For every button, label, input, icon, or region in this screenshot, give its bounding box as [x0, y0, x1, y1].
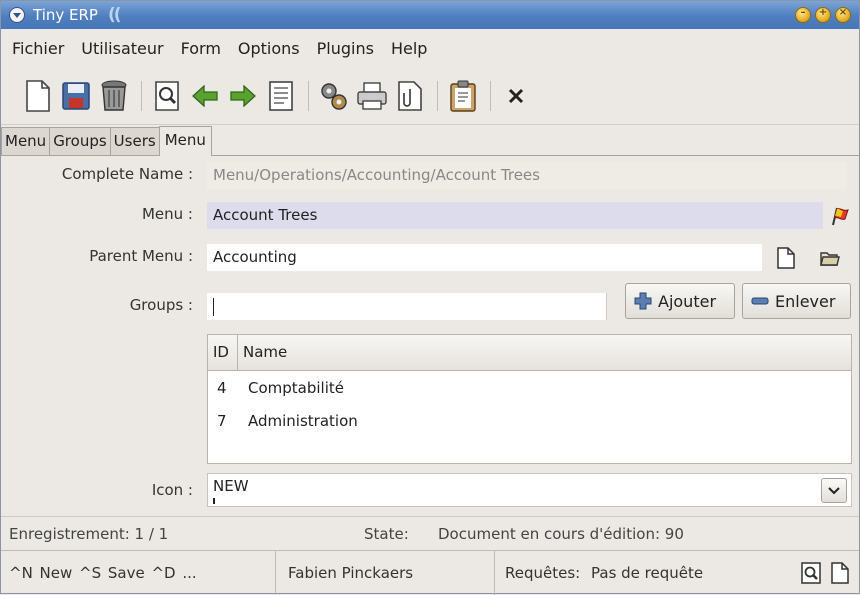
find-icon[interactable] — [150, 77, 184, 115]
switch-view-icon[interactable] — [264, 77, 298, 115]
list-item[interactable]: 7 Administration — [208, 404, 851, 437]
clipboard-icon[interactable] — [446, 77, 480, 115]
close-icon[interactable] — [499, 77, 533, 115]
bottom-bar: ^N New ^S Save ^D ... Fabien Pinckaers R… — [1, 550, 859, 595]
complete-name-field: Menu/Operations/Accounting/Account Trees — [207, 162, 847, 189]
group-id: 4 — [217, 378, 227, 397]
parent-menu-label: Parent Menu : — [89, 247, 193, 265]
window-close-icon[interactable]: × — [835, 7, 851, 23]
minus-icon — [751, 296, 769, 306]
toolbar-separator — [141, 80, 142, 111]
maximize-icon[interactable]: + — [815, 7, 831, 23]
menu-form: Complete Name : Menu/Operations/Accounti… — [1, 157, 859, 517]
tab-bar: Menu Groups Users Menu — [1, 126, 859, 156]
groups-label: Groups : — [129, 296, 193, 314]
new-document-icon[interactable] — [775, 247, 797, 269]
save-icon[interactable] — [59, 77, 93, 115]
new-icon[interactable] — [21, 77, 55, 115]
parent-menu-row: Parent Menu : Accounting — [1, 241, 859, 271]
new-request-icon[interactable] — [831, 562, 849, 588]
complete-name-label: Complete Name : — [61, 165, 193, 183]
menu-label: Menu : — [141, 205, 193, 223]
toolbar-separator — [437, 80, 438, 111]
window-title: Tiny ERP — [33, 6, 98, 24]
shortcut-hints: ^N New ^S Save ^D ... — [1, 551, 276, 595]
record-counter: Enregistrement: 1 / 1 — [9, 525, 169, 543]
menu-utilisateur[interactable]: Utilisateur — [81, 39, 163, 58]
groups-list-header: ID Name — [208, 335, 851, 371]
app-window: Tiny ERP (( – + × Fichier Utilisateur Fo… — [0, 0, 860, 595]
column-header-id[interactable]: ID — [208, 335, 238, 370]
tab-groups[interactable]: Groups — [49, 127, 111, 155]
menu-bar: Fichier Utilisateur Form Options Plugins… — [1, 29, 859, 67]
previous-icon[interactable] — [188, 77, 222, 115]
add-group-label: Ajouter — [658, 291, 717, 311]
state-value: Document en cours d'édition: 90 — [438, 525, 684, 543]
parent-menu-field[interactable]: Accounting — [207, 244, 762, 271]
title-decoration: (( — [107, 5, 121, 25]
icon-value: NEW — [213, 477, 249, 495]
action-icon[interactable] — [317, 77, 351, 115]
tab-menu-list[interactable]: Menu — [1, 127, 51, 155]
complete-name-row: Complete Name : Menu/Operations/Accounti… — [1, 159, 859, 189]
remove-group-label: Enlever — [775, 291, 836, 311]
toolbar-separator — [490, 80, 491, 111]
toolbar — [1, 67, 859, 125]
group-name: Comptabilité — [248, 378, 344, 397]
menu-name-field[interactable]: Account Trees — [207, 202, 823, 229]
icon-label: Icon : — [151, 481, 193, 499]
list-item[interactable]: 4 Comptabilité — [208, 371, 851, 404]
add-group-button[interactable]: Ajouter — [625, 283, 735, 319]
user-name: Fabien Pinckaers — [276, 551, 495, 595]
group-id: 7 — [217, 411, 227, 430]
attachment-icon[interactable] — [393, 77, 427, 115]
title-bar: Tiny ERP (( – + × — [1, 1, 859, 29]
requests-value: Pas de requête — [591, 564, 704, 582]
state-label: State: — [364, 525, 409, 543]
column-header-name[interactable]: Name — [238, 335, 287, 370]
toolbar-separator — [308, 80, 309, 111]
plus-icon — [634, 292, 652, 310]
group-name: Administration — [248, 411, 358, 430]
next-icon[interactable] — [226, 77, 260, 115]
app-menu-icon[interactable] — [9, 7, 25, 23]
icon-select[interactable]: NEW — [207, 473, 852, 507]
menu-fichier[interactable]: Fichier — [12, 39, 64, 58]
tab-menu-form[interactable]: Menu — [158, 126, 212, 156]
minimize-icon[interactable]: – — [795, 7, 811, 23]
print-icon[interactable] — [355, 77, 389, 115]
delete-icon[interactable] — [97, 77, 131, 115]
status-bar: Enregistrement: 1 / 1 State: Document en… — [1, 516, 859, 550]
tab-users[interactable]: Users — [109, 127, 160, 155]
menu-row: Menu : Account Trees — [1, 199, 859, 229]
text-cursor — [213, 498, 215, 504]
menu-options[interactable]: Options — [238, 39, 300, 58]
find-request-icon[interactable] — [801, 562, 821, 588]
translate-flag-icon[interactable] — [829, 205, 851, 227]
menu-plugins[interactable]: Plugins — [317, 39, 374, 58]
requests-label: Requêtes: — [505, 564, 581, 582]
chevron-down-icon[interactable] — [821, 478, 847, 503]
groups-search-input[interactable] — [207, 293, 607, 320]
groups-list: ID Name 4 Comptabilité 7 Administration — [207, 334, 852, 464]
menu-help[interactable]: Help — [391, 39, 427, 58]
open-folder-icon[interactable] — [819, 247, 841, 269]
remove-group-button[interactable]: Enlever — [742, 283, 851, 319]
menu-form[interactable]: Form — [181, 39, 221, 58]
